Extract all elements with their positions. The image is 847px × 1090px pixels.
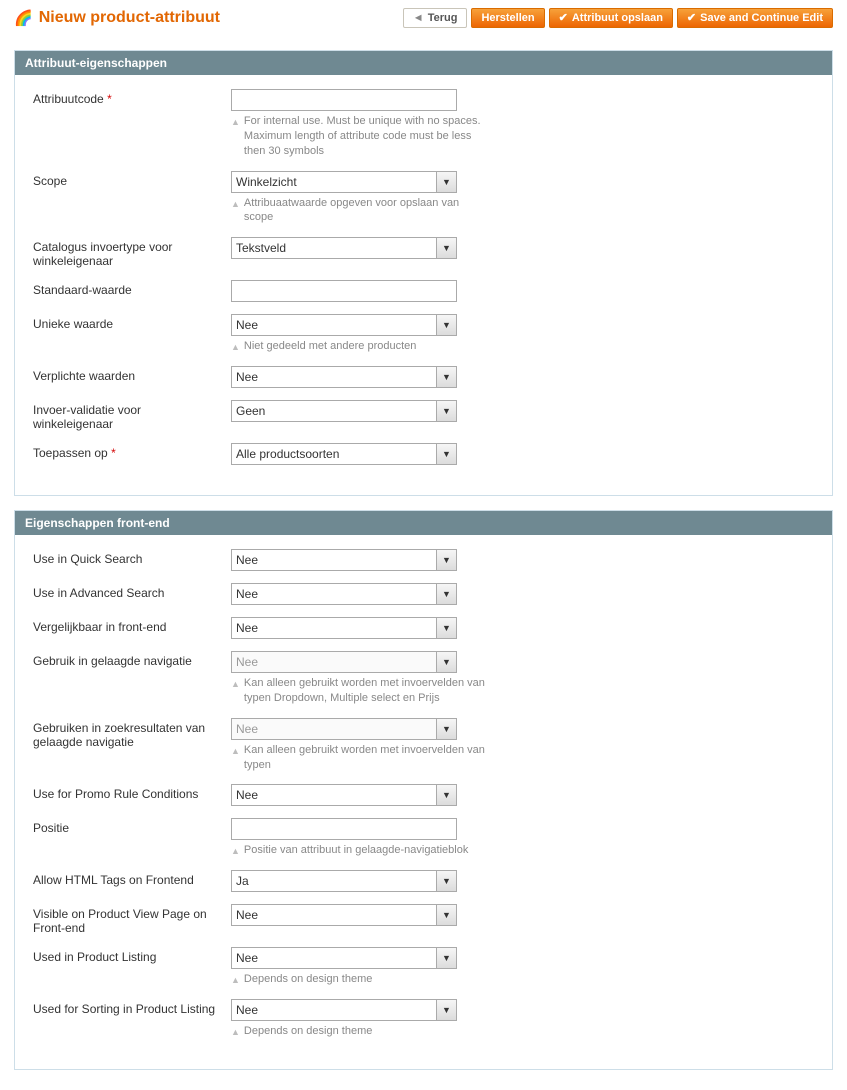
validation-label: Invoer-validatie voor winkeleigenaar <box>33 400 231 431</box>
validation-select-value: Geen <box>236 404 265 418</box>
visible-frontend-label: Visible on Product View Page on Front-en… <box>33 904 231 935</box>
layered-search-select-value: Nee <box>236 722 258 736</box>
adv-search-select[interactable]: Nee ▼ <box>231 583 457 605</box>
visible-frontend-select[interactable]: Nee ▼ <box>231 904 457 926</box>
product-listing-select-value: Nee <box>236 951 258 965</box>
chevron-down-icon: ▼ <box>436 367 456 387</box>
check-icon: ✔ <box>687 13 696 24</box>
quick-search-select[interactable]: Nee ▼ <box>231 549 457 571</box>
chevron-down-icon: ▼ <box>436 785 456 805</box>
chevron-down-icon: ▼ <box>436 315 456 335</box>
comparable-select-value: Nee <box>236 621 258 635</box>
section-header: Eigenschappen front-end <box>15 511 832 535</box>
sorting-select-value: Nee <box>236 1003 258 1017</box>
quick-search-select-value: Nee <box>236 553 258 567</box>
apply-to-select-value: Alle productsoorten <box>236 447 339 461</box>
rainbow-icon: 🌈 <box>14 11 33 26</box>
chevron-down-icon: ▼ <box>436 401 456 421</box>
apply-to-select[interactable]: Alle productsoorten ▼ <box>231 443 457 465</box>
product-listing-hint: ▲Depends on design theme <box>231 972 487 987</box>
save-continue-button[interactable]: ✔ Save and Continue Edit <box>677 8 833 28</box>
reset-button[interactable]: Herstellen <box>471 8 544 28</box>
chevron-down-icon: ▼ <box>436 550 456 570</box>
layered-nav-hint: ▲Kan alleen gebruikt worden met invoerve… <box>231 676 487 706</box>
validation-select[interactable]: Geen ▼ <box>231 400 457 422</box>
promo-rule-label: Use for Promo Rule Conditions <box>33 784 231 801</box>
save-continue-button-label: Save and Continue Edit <box>700 12 823 24</box>
layered-nav-select-value: Nee <box>236 655 258 669</box>
chevron-down-icon: ▼ <box>436 652 456 672</box>
chevron-down-icon: ▼ <box>436 444 456 464</box>
visible-frontend-select-value: Nee <box>236 908 258 922</box>
reset-button-label: Herstellen <box>481 12 534 24</box>
page-header: 🌈 Nieuw product-attribuut ◄ Terug Herste… <box>14 8 833 36</box>
scope-select[interactable]: Winkelzicht ▼ <box>231 171 457 193</box>
required-select[interactable]: Nee ▼ <box>231 366 457 388</box>
chevron-down-icon: ▼ <box>436 1000 456 1020</box>
layered-search-select: Nee ▼ <box>231 718 457 740</box>
page-title: Nieuw product-attribuut <box>39 9 220 27</box>
promo-rule-select-value: Nee <box>236 788 258 802</box>
save-button[interactable]: ✔ Attribuut opslaan <box>549 8 673 28</box>
layered-nav-label: Gebruik in gelaagde navigatie <box>33 651 231 668</box>
required-select-value: Nee <box>236 370 258 384</box>
sorting-hint: ▲Depends on design theme <box>231 1024 487 1039</box>
default-value-label: Standaard-waarde <box>33 280 231 297</box>
product-listing-label: Used in Product Listing <box>33 947 231 964</box>
chevron-down-icon: ▼ <box>436 618 456 638</box>
default-value-input[interactable] <box>231 280 457 302</box>
unique-label: Unieke waarde <box>33 314 231 331</box>
sorting-select[interactable]: Nee ▼ <box>231 999 457 1021</box>
quick-search-label: Use in Quick Search <box>33 549 231 566</box>
scope-select-value: Winkelzicht <box>236 175 297 189</box>
chevron-down-icon: ▼ <box>436 584 456 604</box>
position-hint: ▲Positie van attribuut in gelaagde-navig… <box>231 843 487 858</box>
back-arrow-icon: ◄ <box>413 13 424 24</box>
sorting-label: Used for Sorting in Product Listing <box>33 999 231 1016</box>
check-icon: ✔ <box>559 13 568 24</box>
unique-select[interactable]: Nee ▼ <box>231 314 457 336</box>
chevron-down-icon: ▼ <box>436 871 456 891</box>
frontend-properties-section: Eigenschappen front-end Use in Quick Sea… <box>14 510 833 1070</box>
promo-rule-select[interactable]: Nee ▼ <box>231 784 457 806</box>
chevron-down-icon: ▼ <box>436 172 456 192</box>
comparable-label: Vergelijkbaar in front-end <box>33 617 231 634</box>
layered-search-hint: ▲Kan alleen gebruikt worden met invoerve… <box>231 743 487 773</box>
allow-html-select[interactable]: Ja ▼ <box>231 870 457 892</box>
attribute-code-hint: ▲For internal use. Must be unique with n… <box>231 114 487 159</box>
scope-label: Scope <box>33 171 231 188</box>
position-input[interactable] <box>231 818 457 840</box>
required-label: Verplichte waarden <box>33 366 231 383</box>
scope-hint: ▲Attribuaatwaarde opgeven voor opslaan v… <box>231 196 487 226</box>
input-type-select-value: Tekstveld <box>236 241 286 255</box>
back-button[interactable]: ◄ Terug <box>403 8 468 28</box>
chevron-down-icon: ▼ <box>436 238 456 258</box>
chevron-down-icon: ▼ <box>436 948 456 968</box>
layered-search-label: Gebruiken in zoekresultaten van gelaagde… <box>33 718 231 749</box>
apply-to-label: Toepassen op * <box>33 443 231 460</box>
input-type-label: Catalogus invoertype voor winkeleigenaar <box>33 237 231 268</box>
attribute-code-label: Attribuutcode * <box>33 89 231 106</box>
unique-hint: ▲Niet gedeeld met andere producten <box>231 339 487 354</box>
attribute-properties-section: Attribuut-eigenschappen Attribuutcode * … <box>14 50 833 496</box>
product-listing-select[interactable]: Nee ▼ <box>231 947 457 969</box>
back-button-label: Terug <box>428 12 458 24</box>
position-label: Positie <box>33 818 231 835</box>
layered-nav-select: Nee ▼ <box>231 651 457 673</box>
allow-html-select-value: Ja <box>236 874 249 888</box>
unique-select-value: Nee <box>236 318 258 332</box>
save-button-label: Attribuut opslaan <box>572 12 663 24</box>
section-header: Attribuut-eigenschappen <box>15 51 832 75</box>
adv-search-label: Use in Advanced Search <box>33 583 231 600</box>
button-bar: ◄ Terug Herstellen ✔ Attribuut opslaan ✔… <box>403 8 833 28</box>
attribute-code-input[interactable] <box>231 89 457 111</box>
input-type-select[interactable]: Tekstveld ▼ <box>231 237 457 259</box>
comparable-select[interactable]: Nee ▼ <box>231 617 457 639</box>
chevron-down-icon: ▼ <box>436 905 456 925</box>
chevron-down-icon: ▼ <box>436 719 456 739</box>
adv-search-select-value: Nee <box>236 587 258 601</box>
